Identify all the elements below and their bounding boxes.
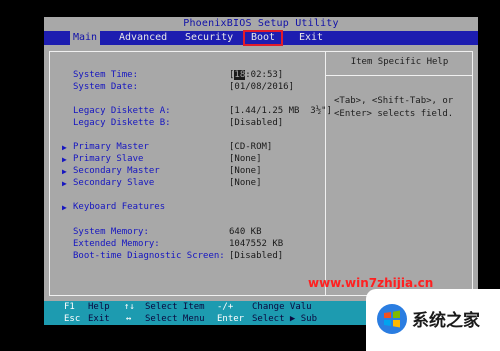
key-minus-plus: -/+: [217, 302, 234, 312]
key-f1: F1: [64, 302, 75, 312]
primary-master-label[interactable]: Primary Master: [73, 142, 149, 152]
system-memory-label: System Memory:: [73, 227, 149, 237]
desc-select-item: Select Item: [145, 302, 205, 312]
extended-memory-label: Extended Memory:: [73, 239, 160, 249]
primary-slave-label[interactable]: Primary Slave: [73, 154, 143, 164]
primary-master-value: [CD-ROM]: [229, 142, 273, 152]
extended-memory-value: 1047552 KB: [229, 239, 284, 249]
boot-diagnostic-value[interactable]: [Disabled]: [229, 251, 283, 261]
desc-help: Help: [88, 302, 110, 312]
secondary-master-value: [None]: [229, 166, 262, 176]
secondary-slave-label[interactable]: Secondary Slave: [73, 178, 154, 188]
desc-select-submenu: Select ▶ Sub: [252, 314, 318, 324]
help-title: Item Specific Help: [350, 57, 449, 67]
diskette-a-value[interactable]: [1.44/1.25 MB 3½"]: [229, 106, 332, 116]
menu-bar: Main Advanced Security Boot Exit: [44, 30, 478, 46]
diskette-b-value[interactable]: [Disabled]: [229, 118, 283, 128]
desc-change-values: Change Valu: [252, 302, 312, 312]
submenu-arrow-icon: ▶: [62, 179, 67, 188]
submenu-arrow-icon: ▶: [62, 143, 67, 152]
primary-slave-value: [None]: [229, 154, 262, 164]
windows-flag-icon: [377, 304, 407, 334]
system-date-label: System Date:: [73, 82, 139, 92]
diskette-b-label: Legacy Diskette B:: [73, 118, 171, 128]
key-up-down: ↑↓: [124, 302, 135, 312]
watermark-url: www.win7zhijia.cn: [308, 276, 434, 290]
desc-exit: Exit: [88, 314, 110, 324]
key-left-right: ↔: [126, 314, 132, 324]
submenu-arrow-icon: ▶: [62, 167, 67, 176]
system-time-field[interactable]: [18:02:53]: [229, 70, 283, 80]
diskette-a-label: Legacy Diskette A:: [73, 106, 171, 116]
help-text: <Tab>, <Shift-Tab>, or <Enter> selects f…: [334, 96, 454, 119]
system-time-cursor[interactable]: 18: [234, 70, 246, 80]
keyboard-features-label[interactable]: Keyboard Features: [73, 202, 165, 212]
menu-security[interactable]: Security: [182, 31, 236, 45]
menu-exit[interactable]: Exit: [296, 31, 326, 45]
system-memory-value: 640 KB: [229, 227, 262, 237]
help-separator: [326, 75, 472, 76]
submenu-arrow-icon: ▶: [62, 155, 67, 164]
secondary-master-label[interactable]: Secondary Master: [73, 166, 160, 176]
menu-main[interactable]: Main: [70, 31, 101, 45]
menu-boot[interactable]: Boot: [243, 30, 283, 46]
key-enter: Enter: [217, 314, 245, 324]
menu-advanced[interactable]: Advanced: [116, 31, 170, 45]
boot-diagnostic-label: Boot-time Diagnostic Screen:: [73, 251, 225, 261]
key-esc: Esc: [64, 314, 81, 324]
desc-select-menu: Select Menu: [145, 314, 205, 324]
panel-divider: [325, 51, 326, 296]
system-date-value[interactable]: [01/08/2016]: [229, 82, 294, 92]
submenu-arrow-icon: ▶: [62, 203, 67, 212]
secondary-slave-value: [None]: [229, 178, 262, 188]
watermark-site-name: 系统之家: [412, 311, 480, 331]
system-time-value: :02:53]: [245, 70, 284, 80]
bios-title: PhoenixBIOS Setup Utility: [44, 17, 478, 31]
system-time-label: System Time:: [73, 70, 139, 80]
